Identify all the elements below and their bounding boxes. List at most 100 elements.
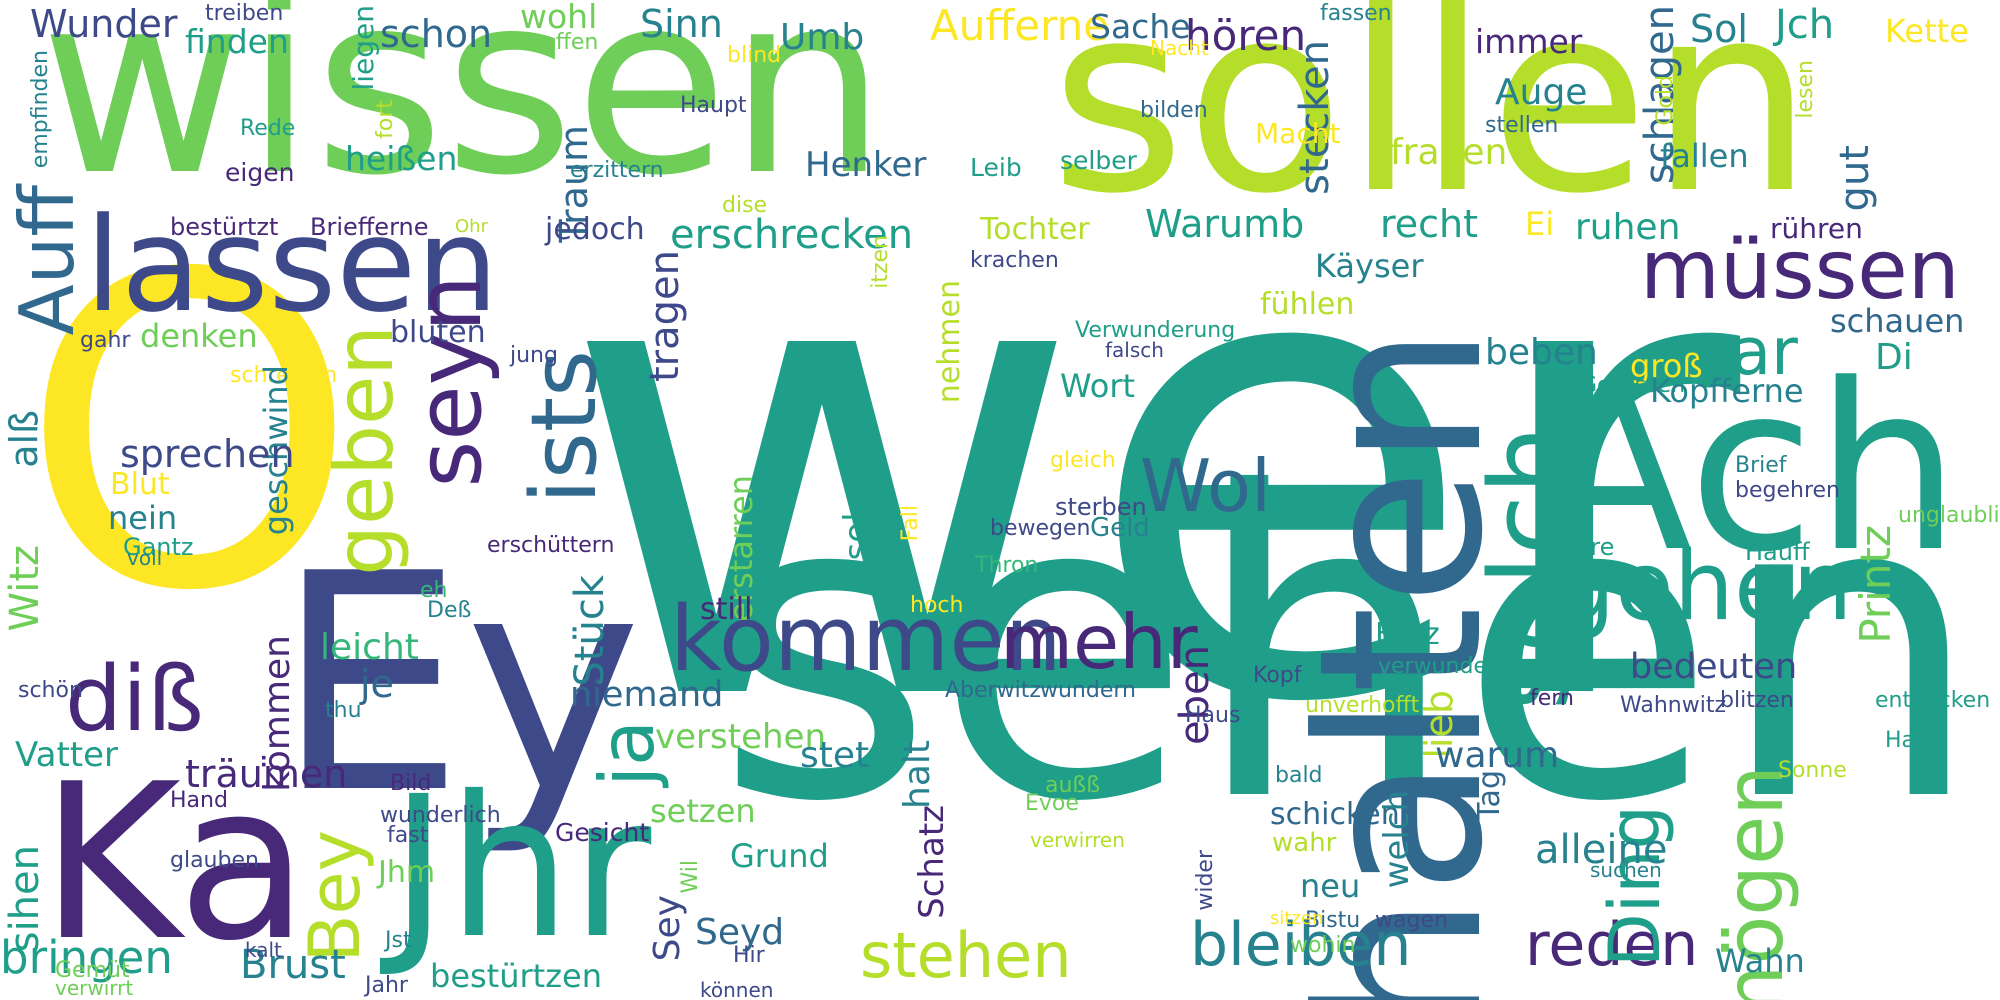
word-145: wundern <box>1040 678 1136 703</box>
word-52: Haupt <box>680 93 747 118</box>
word-43: Jch <box>1775 2 1835 48</box>
word-cloud: wer sehen wissen sollen O Ey Ka Jhr Ach lassen müs… <box>0 0 2000 1000</box>
word-199: verwirrt <box>55 976 134 1000</box>
word-85: rühren <box>1770 212 1863 245</box>
word-126: unglaublich <box>1898 503 2000 528</box>
word-21: Wol <box>1140 444 1272 528</box>
word-197: Hir <box>733 943 765 968</box>
word-173: Schatz <box>912 805 952 919</box>
word-73: gut <box>1832 145 1878 212</box>
word-74: bestürtzt <box>170 213 279 241</box>
word-131: Stück <box>567 575 613 687</box>
word-116: begehren <box>1735 478 1840 503</box>
word-158: halt <box>897 740 938 809</box>
word-41: immer <box>1475 22 1583 61</box>
word-115: Brief <box>1735 453 1787 478</box>
word-68: Henker <box>805 145 927 185</box>
word-163: Evoe <box>1025 791 1079 816</box>
word-47: treffen <box>525 30 599 55</box>
word-195: kalt <box>245 938 282 962</box>
word-36: Sinn <box>640 2 723 46</box>
word-101: Wort <box>1060 367 1136 405</box>
word-42: Sol <box>1690 7 1748 51</box>
word-192: wohin <box>1290 933 1356 958</box>
word-130: leicht <box>320 627 419 668</box>
word-172: Grund <box>730 837 829 875</box>
word-37: Umb <box>780 17 865 58</box>
word-61: bilden <box>1140 98 1208 123</box>
word-177: verwirren <box>1030 828 1125 852</box>
word-91: gahr <box>80 328 131 353</box>
word-127: erschüttern <box>487 533 615 558</box>
word-90: denken <box>140 317 258 355</box>
word-33: Wunder <box>30 2 178 46</box>
word-51: fassen <box>1320 1 1392 26</box>
word-160: warum <box>1435 735 1560 776</box>
word-196: Jahr <box>365 973 408 998</box>
word-70: selber <box>1060 146 1137 175</box>
word-168: Hand <box>170 788 228 813</box>
word-150: entdecken <box>1875 688 1991 713</box>
word-58: Gold <box>1653 75 1678 126</box>
word-187: Wil <box>678 860 703 894</box>
word-138: eben <box>1172 645 1218 745</box>
word-152: Haus <box>1185 703 1241 728</box>
word-151: Wahnwitz <box>1620 693 1726 718</box>
word-34: schon <box>380 12 493 56</box>
word-32: bestürtzen <box>430 957 602 995</box>
word-132: still <box>700 592 753 627</box>
word-71: fragen <box>1390 132 1508 173</box>
word-93: jung <box>510 343 558 368</box>
word-106: alß <box>2 410 46 468</box>
word-123: Thron <box>975 553 1039 578</box>
word-114: gleich <box>1050 448 1116 473</box>
word-16: seyn <box>397 275 502 488</box>
word-38: Aufferne <box>930 1 1110 50</box>
word-190: sitzen <box>1270 908 1324 929</box>
word-80: Tochter <box>980 212 1090 247</box>
word-35: wohl <box>520 0 598 36</box>
word-164: bald <box>1275 763 1323 788</box>
word-81: Warumb <box>1145 202 1305 246</box>
word-146: Kopf <box>1253 663 1302 688</box>
word-141: schön <box>18 678 83 703</box>
word-144: Aberwitz <box>945 678 1041 703</box>
word-149: blitzen <box>1720 688 1794 713</box>
word-19: diß <box>65 647 204 752</box>
word-15: mehr <box>1000 598 1198 686</box>
word-198: können <box>700 978 774 1000</box>
word-44: Kette <box>1885 12 1969 50</box>
word-64: empfinden <box>28 50 53 169</box>
word-140: je <box>360 662 394 706</box>
word-20: Auff <box>3 185 91 336</box>
word-100: Di <box>1875 337 1913 378</box>
word-46: treiben <box>205 1 284 26</box>
word-161: Tag <box>1472 770 1507 821</box>
word-55: Auge <box>1495 72 1588 113</box>
word-118: Geld <box>1090 513 1150 543</box>
word-148: fern <box>1530 686 1574 711</box>
word-63: fort <box>373 100 398 139</box>
word-76: Ohr <box>455 216 488 237</box>
word-72: fallen <box>1660 137 1749 175</box>
word-176: wider <box>1193 850 1218 911</box>
word-45: finden <box>185 22 289 61</box>
word-171: Gesicht <box>555 818 650 847</box>
word-175: wahr <box>1272 828 1337 858</box>
word-83: Ei <box>1525 205 1555 243</box>
word-157: stet <box>800 735 870 776</box>
word-18: geben <box>318 325 411 576</box>
word-191: wagen <box>1375 908 1448 933</box>
word-185: Sey <box>647 895 688 962</box>
word-167: setzen <box>650 792 756 830</box>
word-28: ja <box>583 720 671 787</box>
word-24: stehen <box>860 919 1072 992</box>
word-82: recht <box>1380 202 1479 246</box>
word-92: bluten <box>390 315 486 350</box>
word-188: Wahn <box>1715 942 1805 980</box>
word-137: verwundern <box>1378 654 1510 679</box>
word-17: ists <box>512 350 617 505</box>
word-75: Briefferne <box>310 213 429 241</box>
word-89: schauen <box>1830 302 1965 340</box>
word-60: Macht <box>1255 117 1341 150</box>
